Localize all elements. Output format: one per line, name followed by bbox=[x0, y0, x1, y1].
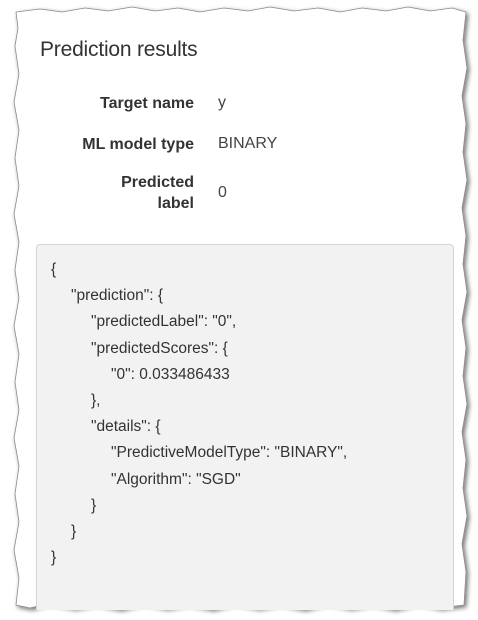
json-line: "0": 0.033486433 bbox=[111, 365, 230, 383]
model-type-row: ML model type BINARY bbox=[18, 133, 458, 155]
panel-title: Prediction results bbox=[40, 38, 198, 61]
model-type-value: BINARY bbox=[218, 135, 278, 152]
json-line: "details": { bbox=[91, 418, 161, 436]
json-line: } bbox=[91, 496, 97, 514]
target-name-value: y bbox=[218, 94, 226, 111]
predicted-label-row: Predicted label 0 bbox=[18, 169, 458, 217]
json-line: { bbox=[51, 261, 57, 278]
json-line: "predictedScores": { bbox=[91, 339, 228, 357]
json-line: "prediction": { bbox=[71, 287, 164, 305]
json-line: } bbox=[71, 523, 77, 541]
json-response-box: { "prediction": { "predictedLabel": "0",… bbox=[36, 244, 454, 610]
predicted-label-label: Predicted label bbox=[18, 172, 194, 214]
json-line: } bbox=[51, 549, 57, 567]
predicted-label-value: 0 bbox=[218, 184, 227, 201]
json-line: "predictedLabel": "0", bbox=[91, 313, 237, 331]
target-name-row: Target name y bbox=[18, 92, 458, 114]
predicted-label-label-line1: Predicted bbox=[121, 174, 194, 191]
json-line: "PredictiveModelType": "BINARY", bbox=[111, 444, 348, 462]
json-line: }, bbox=[91, 392, 101, 410]
model-type-label: ML model type bbox=[82, 135, 194, 153]
predicted-label-label-line2: label bbox=[157, 195, 194, 212]
prediction-results-panel: Prediction results Target name y ML mode… bbox=[18, 14, 462, 610]
json-line: "Algorithm": "SGD" bbox=[111, 470, 241, 488]
target-name-label: Target name bbox=[100, 94, 194, 112]
